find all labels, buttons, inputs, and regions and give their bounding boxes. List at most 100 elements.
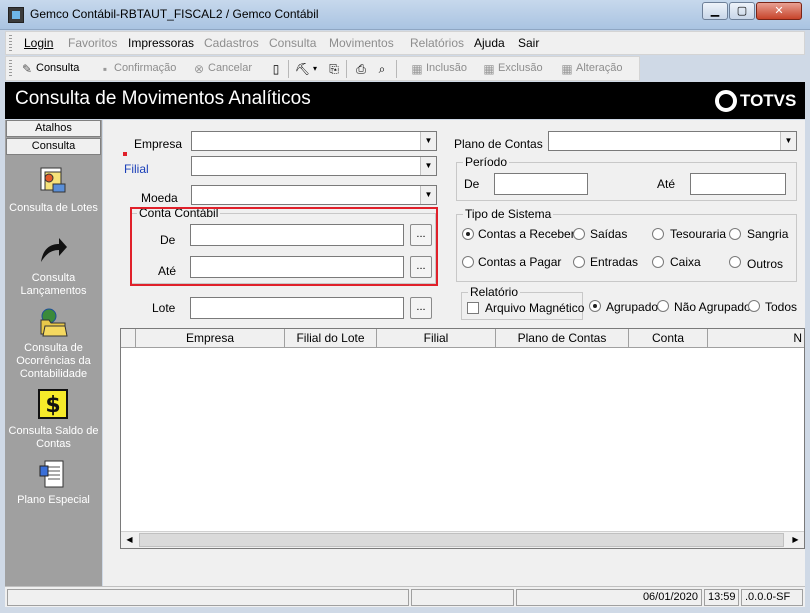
menu-sair[interactable]: Sair xyxy=(518,36,539,50)
svg-text:$: $ xyxy=(45,393,60,418)
contas-a-pagar-label[interactable]: Contas a Pagar xyxy=(478,255,561,269)
column-filial[interactable]: Filial xyxy=(377,329,496,347)
column-filial-do-lote[interactable]: Filial do Lote xyxy=(285,329,377,347)
arrow-icon[interactable] xyxy=(37,234,69,266)
tab-consulta[interactable]: Consulta xyxy=(6,138,101,155)
chevron-down-icon[interactable]: ▼ xyxy=(420,132,436,150)
cancel-icon: ⊗ xyxy=(193,62,205,76)
print-preview-icon[interactable]: ⌕ xyxy=(375,62,389,76)
confirmacao-button[interactable]: Confirmação xyxy=(114,62,176,74)
column-n[interactable]: N xyxy=(708,329,804,347)
minimize-button[interactable]: ▁ xyxy=(702,2,728,20)
sidebar-item-consulta-lancamentos[interactable]: Consulta Lançamentos xyxy=(5,272,102,298)
results-grid[interactable]: Empresa Filial do Lote Filial Plano de C… xyxy=(120,328,805,549)
document-icon[interactable] xyxy=(37,458,69,490)
lote-lookup-button[interactable]: ... xyxy=(410,297,432,319)
cancelar-button[interactable]: Cancelar xyxy=(208,62,252,74)
todos-label[interactable]: Todos xyxy=(765,300,797,314)
radio-contas-a-pagar[interactable] xyxy=(462,256,474,268)
radio-entradas[interactable] xyxy=(573,256,585,268)
close-button[interactable]: ✕ xyxy=(756,2,802,20)
alteracao-button[interactable]: Alteração xyxy=(576,62,622,74)
inclusao-button[interactable]: Inclusão xyxy=(426,62,467,74)
column-empresa[interactable]: Empresa xyxy=(136,329,285,347)
contas-a-receber-label[interactable]: Contas a Receber xyxy=(478,227,575,241)
chevron-down-icon[interactable]: ▼ xyxy=(420,186,436,204)
radio-todos[interactable] xyxy=(748,300,760,312)
sangria-label[interactable]: Sangria xyxy=(747,227,788,241)
radio-contas-a-receber[interactable] xyxy=(462,228,474,240)
menu-ajuda[interactable]: Ajuda xyxy=(474,36,505,50)
plano-de-contas-select[interactable]: ▼ xyxy=(548,131,797,151)
inclusao-icon: ▦ xyxy=(411,62,423,76)
title-bar: Gemco Contábil-RBTAUT_FISCAL2 / Gemco Co… xyxy=(0,0,810,30)
chevron-down-icon[interactable]: ▼ xyxy=(780,132,796,150)
menu-favoritos[interactable]: Favoritos xyxy=(68,36,117,50)
moeda-label: Moeda xyxy=(141,191,178,205)
menu-movimentos[interactable]: Movimentos xyxy=(329,36,394,50)
radio-saidas[interactable] xyxy=(573,228,585,240)
exclusao-button[interactable]: Exclusão xyxy=(498,62,543,74)
tesouraria-label[interactable]: Tesouraria xyxy=(670,227,726,241)
radio-agrupado[interactable] xyxy=(589,300,601,312)
grid-header: Empresa Filial do Lote Filial Plano de C… xyxy=(121,329,804,348)
menu-login[interactable]: Login xyxy=(24,36,53,50)
print-icon[interactable]: ⎙ xyxy=(354,62,368,76)
moeda-select[interactable]: ▼ xyxy=(191,185,437,205)
periodo-ate-input[interactable] xyxy=(690,173,786,195)
radio-sangria[interactable] xyxy=(729,228,741,240)
menu-relatorios[interactable]: Relatórios xyxy=(410,36,464,50)
sidebar-item-consulta-lotes[interactable]: Consulta de Lotes xyxy=(5,202,102,215)
agrupado-label[interactable]: Agrupado xyxy=(606,300,658,314)
maximize-button[interactable]: ▢ xyxy=(729,2,755,20)
toolbar-grip xyxy=(9,60,12,76)
tab-atalhos[interactable]: Atalhos xyxy=(6,120,101,137)
dropdown-arrow-icon[interactable]: ▾ xyxy=(308,62,322,76)
lotes-icon[interactable] xyxy=(37,164,69,196)
scroll-right-icon[interactable]: ▶ xyxy=(787,532,804,548)
radio-nao-agrupado[interactable] xyxy=(657,300,669,312)
sidebar-item-consulta-saldo[interactable]: Consulta Saldo de Contas xyxy=(5,425,102,451)
menu-consulta[interactable]: Consulta xyxy=(269,36,316,50)
column-conta-contabil[interactable]: Conta Contábil xyxy=(629,329,708,347)
scroll-thumb[interactable] xyxy=(139,533,784,547)
filial-select[interactable]: ▼ xyxy=(191,156,437,176)
new-document-icon[interactable]: ▯ xyxy=(269,62,283,76)
radio-tesouraria[interactable] xyxy=(652,228,664,240)
radio-caixa[interactable] xyxy=(652,256,664,268)
consulta-button[interactable]: Consulta xyxy=(36,62,79,74)
arquivo-magnetico-checkbox[interactable] xyxy=(467,302,479,314)
export-icon[interactable]: ⎘ xyxy=(327,62,341,76)
sidebar-item-plano-especial[interactable]: Plano Especial xyxy=(5,494,102,507)
caixa-label[interactable]: Caixa xyxy=(670,255,701,269)
radio-outros[interactable] xyxy=(729,256,741,268)
money-icon[interactable]: $ xyxy=(37,388,69,420)
saidas-label[interactable]: Saídas xyxy=(590,227,627,241)
menu-bar: Login Favoritos Impressoras Cadastros Co… xyxy=(5,31,805,55)
outros-label[interactable]: Outros xyxy=(747,257,783,271)
chevron-down-icon[interactable]: ▼ xyxy=(420,157,436,175)
nao-agrupado-label[interactable]: Não Agrupado xyxy=(674,300,751,314)
toolbar: ✎ Consulta ▪ Confirmação ⊗ Cancelar ▯ ⛏ … xyxy=(5,56,640,81)
column-plano-de-contas[interactable]: Plano de Contas xyxy=(496,329,629,347)
folder-globe-icon[interactable] xyxy=(37,306,69,338)
entradas-label[interactable]: Entradas xyxy=(590,255,638,269)
status-date: 06/01/2020 xyxy=(516,589,702,606)
status-bar: 06/01/2020 13:59 .0.0.0-SF xyxy=(5,586,805,607)
toolbar-separator xyxy=(288,60,289,78)
binoculars-icon[interactable]: ⛏ xyxy=(295,62,310,76)
sidebar-item-consulta-ocorrencias[interactable]: Consulta de Ocorrências da Contabilidade xyxy=(5,342,102,381)
scroll-left-icon[interactable]: ◀ xyxy=(121,532,138,548)
empresa-select[interactable]: ▼ xyxy=(191,131,437,151)
filial-label: Filial xyxy=(124,162,149,176)
tipo-sistema-title: Tipo de Sistema xyxy=(463,207,554,221)
arquivo-magnetico-label[interactable]: Arquivo Magnético xyxy=(485,301,584,315)
lote-input[interactable] xyxy=(190,297,404,319)
menu-impressoras[interactable]: Impressoras xyxy=(128,36,194,50)
sidebar: Atalhos Consulta Consulta de Lotes Consu… xyxy=(5,120,102,586)
status-cell-message xyxy=(7,589,409,606)
horizontal-scrollbar[interactable]: ◀ ▶ xyxy=(121,531,804,548)
relatorio-title: Relatório xyxy=(468,285,521,299)
menu-cadastros[interactable]: Cadastros xyxy=(204,36,259,50)
periodo-de-input[interactable] xyxy=(494,173,588,195)
